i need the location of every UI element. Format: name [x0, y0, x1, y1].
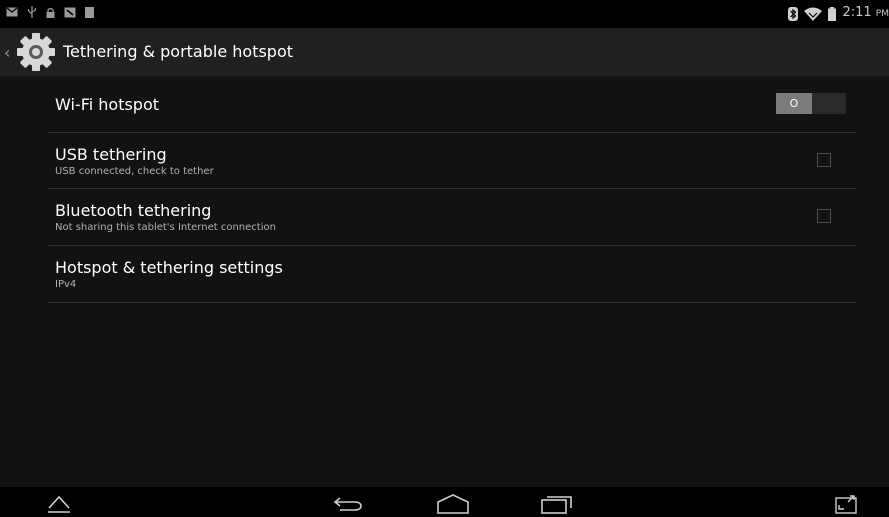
- home-icon[interactable]: [436, 492, 470, 514]
- status-bar-notifications: [6, 6, 94, 18]
- preference-list: Wi-Fi hotspot O USB tethering USB connec…: [0, 76, 889, 487]
- wifi-hotspot-switch[interactable]: O: [776, 93, 846, 114]
- usb-icon: [27, 6, 37, 18]
- screenshot-icon: [64, 7, 76, 17]
- mail-icon: [6, 7, 18, 17]
- navigation-bar: [0, 487, 889, 517]
- back-icon[interactable]: [332, 492, 364, 514]
- status-bar-system: 2:11 PM: [788, 5, 889, 22]
- bluetooth-icon: [788, 6, 799, 21]
- storage-icon: [85, 6, 94, 18]
- bluetooth-tethering-checkbox[interactable]: [817, 209, 831, 223]
- usb-tethering-summary: USB connected, check to tether: [55, 166, 214, 177]
- status-clock: 2:11 PM: [842, 5, 889, 20]
- hotspot-settings-summary: IPv4: [55, 279, 77, 290]
- settings-gear-icon[interactable]: [16, 32, 56, 72]
- hotspot-settings-row[interactable]: Hotspot & tethering settings IPv4: [47, 246, 856, 303]
- bluetooth-tethering-row[interactable]: Bluetooth tethering Not sharing this tab…: [47, 189, 856, 246]
- switch-thumb: O: [776, 93, 812, 114]
- hide-keyboard-icon[interactable]: [46, 492, 72, 514]
- wifi-hotspot-row[interactable]: Wi-Fi hotspot O: [47, 76, 856, 133]
- action-bar: ‹ Tethering & portable hotspot: [0, 28, 889, 76]
- page-title: Tethering & portable hotspot: [63, 42, 294, 61]
- expand-icon[interactable]: [834, 492, 858, 514]
- usb-tethering-row[interactable]: USB tethering USB connected, check to te…: [47, 133, 856, 189]
- wifi-icon: [804, 7, 823, 21]
- wifi-hotspot-title: Wi-Fi hotspot: [55, 95, 160, 114]
- lock-icon: [46, 7, 55, 18]
- usb-tethering-title: USB tethering: [55, 145, 167, 164]
- up-navigation-icon[interactable]: ‹: [4, 43, 10, 62]
- usb-tethering-checkbox[interactable]: [817, 153, 831, 167]
- recents-icon[interactable]: [540, 492, 574, 514]
- bluetooth-tethering-summary: Not sharing this tablet's Internet conne…: [55, 222, 276, 233]
- status-bar: 2:11 PM: [0, 0, 889, 28]
- bluetooth-tethering-title: Bluetooth tethering: [55, 201, 212, 220]
- hotspot-settings-title: Hotspot & tethering settings: [55, 258, 283, 277]
- battery-icon: [828, 6, 837, 21]
